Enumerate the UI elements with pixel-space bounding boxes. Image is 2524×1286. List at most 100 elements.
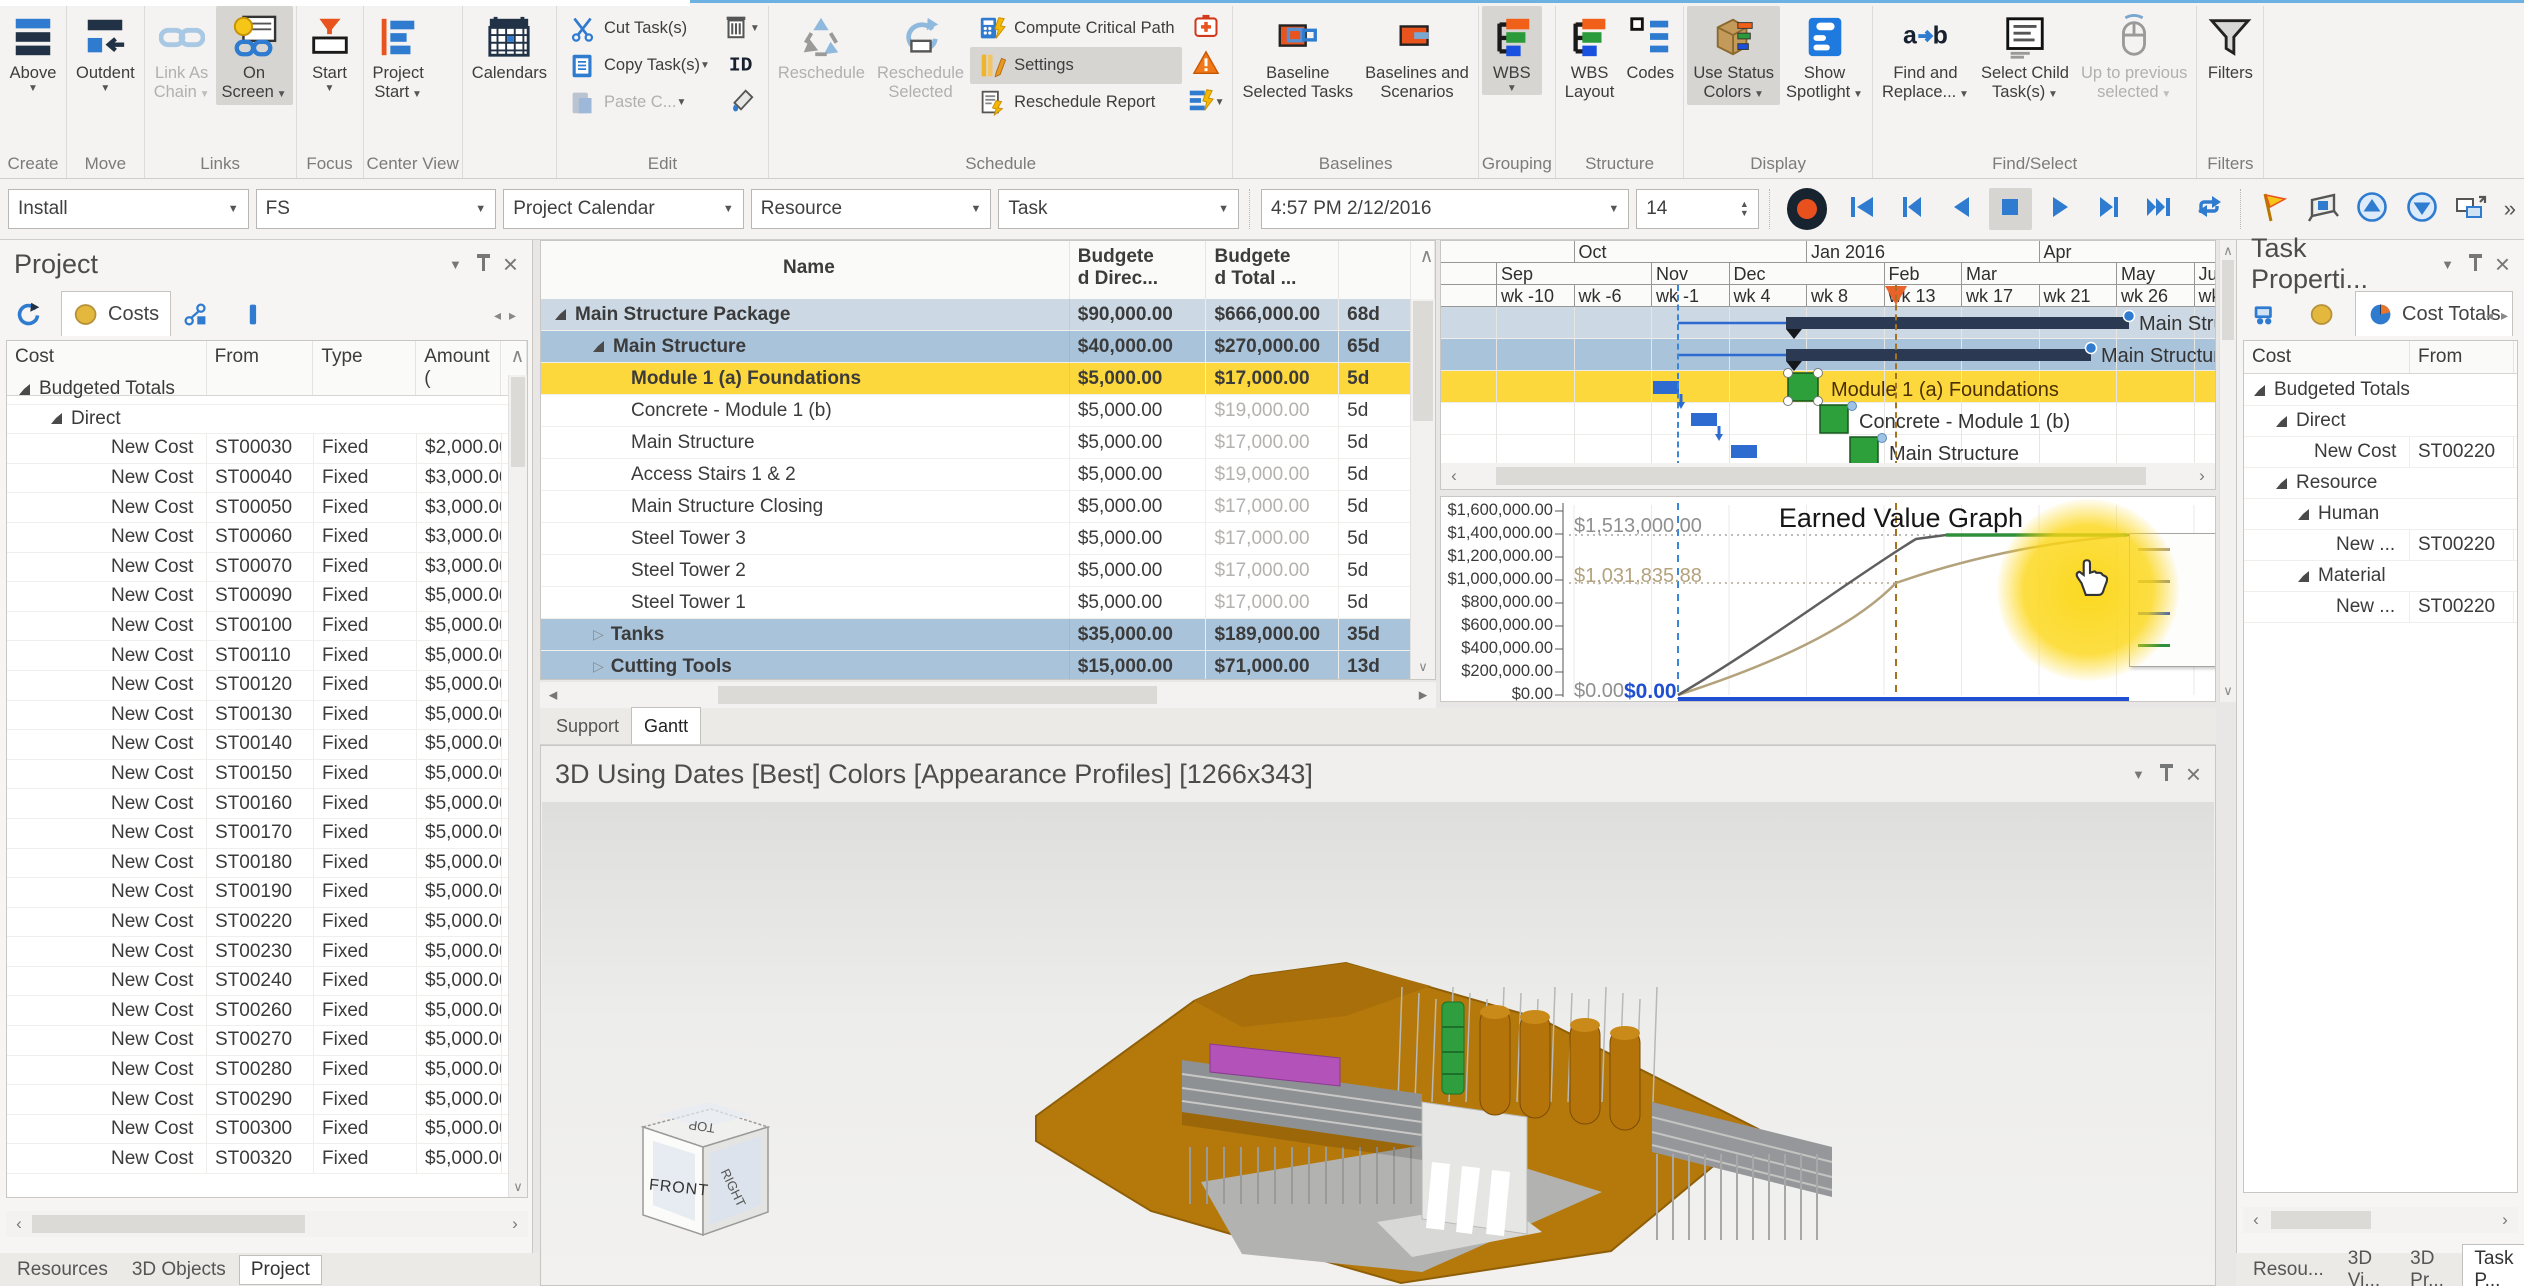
collapsed-arrow-icon[interactable]: ▷: [593, 658, 604, 675]
cost-total-group[interactable]: Material: [2244, 561, 2517, 592]
ribbon-button-use-status-colors[interactable]: Use StatusColors ▼: [1687, 6, 1780, 105]
project-panel-tab-usage-icon[interactable]: [228, 292, 285, 336]
bottom-tab-project[interactable]: Project: [239, 1255, 322, 1285]
pin-icon[interactable]: [2474, 258, 2477, 271]
view-tab-support[interactable]: Support: [544, 708, 631, 744]
playback-play-button[interactable]: [2039, 188, 2082, 230]
playback-jump-start-button[interactable]: [1840, 188, 1883, 230]
cost-total-group[interactable]: Resource: [2244, 468, 2517, 499]
workspace-button[interactable]: [2450, 188, 2493, 230]
ribbon-button-wbs-layout[interactable]: WBSLayout: [1559, 6, 1621, 103]
scroll-up-button[interactable]: ∧: [1411, 241, 1435, 299]
panel-menu-icon[interactable]: ▼: [2132, 767, 2145, 782]
cost-total-row[interactable]: New ...ST00220: [2244, 530, 2517, 561]
close-icon[interactable]: ×: [2495, 254, 2510, 274]
playback-next-frame-button[interactable]: [2088, 188, 2131, 230]
bottom-tab-resources[interactable]: Resources: [6, 1256, 119, 1284]
cost-row[interactable]: New CostST00160Fixed$5,000.00: [7, 789, 509, 819]
close-icon[interactable]: ×: [503, 254, 518, 274]
cost-row[interactable]: New CostST00090Fixed$5,000.00: [7, 582, 509, 612]
cost-row[interactable]: New CostST00120Fixed$5,000.00: [7, 671, 509, 701]
expanded-arrow-icon[interactable]: [555, 309, 566, 320]
task-row[interactable]: Concrete - Module 1 (b)$5,000.00$19,000.…: [541, 395, 1411, 427]
task-table-vscrollbar[interactable]: ∨: [1410, 299, 1435, 679]
cost-row[interactable]: New CostST00260Fixed$5,000.00: [7, 996, 509, 1026]
playback-stop-button[interactable]: [1989, 188, 2032, 230]
ribbon-button-above[interactable]: Above▼: [3, 6, 63, 95]
cost-table-hscrollbar[interactable]: ‹›: [6, 1211, 528, 1237]
project-panel-tab-refresh-icon[interactable]: [4, 292, 61, 336]
pin-icon[interactable]: [482, 258, 485, 271]
ribbon-button-find-and-replace[interactable]: abFind andReplace... ▼: [1876, 6, 1975, 105]
cost-row[interactable]: New CostST00050Fixed$3,000.00: [7, 493, 509, 523]
toolbar-overflow-button[interactable]: »: [2504, 196, 2516, 222]
ribbon-button-baseline-selected-tasks[interactable]: BaselineSelected Tasks: [1236, 6, 1359, 103]
panel-menu-icon[interactable]: ▼: [2441, 257, 2454, 272]
playback-jump-end-button[interactable]: [2138, 188, 2181, 230]
playback-loop-button[interactable]: [2187, 188, 2230, 230]
collapsed-arrow-icon[interactable]: ▷: [593, 626, 604, 643]
ribbon-button-wbs[interactable]: WBS▼: [1482, 6, 1542, 95]
dropdown-fs[interactable]: FS▼: [256, 189, 497, 229]
bottom-tab-resou[interactable]: Resou...: [2242, 1256, 2335, 1284]
cost-table-vscrollbar[interactable]: ∨: [508, 375, 527, 1197]
cost-row[interactable]: New CostST00290Fixed$5,000.00: [7, 1085, 509, 1115]
task-table-hscrollbar[interactable]: ◂▸: [540, 682, 1436, 708]
dropdown-resource[interactable]: Resource▼: [751, 189, 992, 229]
cost-total-group[interactable]: Human: [2244, 499, 2517, 530]
expanded-arrow-icon[interactable]: [2276, 416, 2287, 427]
expanded-arrow-icon[interactable]: [2254, 385, 2265, 396]
cost-row[interactable]: New CostST00230Fixed$5,000.00: [7, 937, 509, 967]
scroll-down-button[interactable]: ∨: [509, 1179, 527, 1195]
ribbon-button-select-child-task-s[interactable]: Select ChildTask(s) ▼: [1975, 6, 2075, 105]
cost-row[interactable]: New CostST00130Fixed$5,000.00: [7, 701, 509, 731]
task-row[interactable]: ▷Cutting Tools$15,000.00$71,000.0013d: [541, 651, 1411, 679]
task-properties-tab-resources-tab-icon[interactable]: [2241, 292, 2298, 336]
cost-row[interactable]: New CostST00150Fixed$5,000.00: [7, 760, 509, 790]
ribbon-button-id-icon[interactable]: ID: [717, 47, 765, 84]
pin-icon[interactable]: [2165, 768, 2168, 781]
tab-nav-arrows[interactable]: ◂▸: [2486, 307, 2516, 324]
ribbon-button-compute-critical-path[interactable]: Compute Critical Path: [970, 10, 1181, 47]
projector-button[interactable]: [2301, 188, 2344, 230]
bottom-tab-3d-objects[interactable]: 3D Objects: [121, 1256, 237, 1284]
playback-prev-frame-button[interactable]: [1890, 188, 1933, 230]
ribbon-button-copy-task-s[interactable]: Copy Task(s) ▼: [560, 47, 717, 84]
view-cube[interactable]: TOPFRONTRIGHT: [613, 1087, 793, 1247]
view-tab-gantt[interactable]: Gantt: [631, 707, 701, 744]
cost-row[interactable]: New CostST00300Fixed$5,000.00: [7, 1115, 509, 1145]
ribbon-button-codes[interactable]: Codes: [1620, 6, 1680, 84]
bottom-tab-task-p[interactable]: Task P...: [2462, 1244, 2524, 1286]
column-header-item[interactable]: [1339, 241, 1411, 299]
dropdown-install[interactable]: Install▼: [8, 189, 249, 229]
cost-row[interactable]: New CostST00220Fixed$5,000.00: [7, 908, 509, 938]
cost-total-group[interactable]: Direct: [2244, 406, 2517, 437]
ribbon-button-filters[interactable]: Filters: [2200, 6, 2260, 84]
column-header-cost[interactable]: Cost: [2244, 341, 2410, 373]
cost-total-group[interactable]: Budgeted Totals: [2244, 375, 2517, 406]
gantt-hscrollbar[interactable]: ‹›: [1441, 463, 2215, 489]
scroll-down-button[interactable]: ∨: [2220, 683, 2236, 699]
cost-row[interactable]: New CostST00110Fixed$5,000.00: [7, 641, 509, 671]
ribbon-button-link-as-chain[interactable]: Link AsChain ▼: [148, 6, 216, 105]
cost-row[interactable]: New CostST00320Fixed$5,000.00: [7, 1144, 509, 1174]
record-button[interactable]: [1787, 188, 1828, 230]
ribbon-button-show-spotlight[interactable]: ShowSpotlight ▼: [1780, 6, 1869, 105]
column-header-name[interactable]: Name: [541, 241, 1070, 299]
cost-row[interactable]: New CostST00060Fixed$3,000.00: [7, 523, 509, 553]
cost-totals-hscrollbar[interactable]: ‹›: [2243, 1207, 2518, 1233]
playback-play-reverse-button[interactable]: [1940, 188, 1983, 230]
task-row[interactable]: Main Structure Closing$5,000.00$17,000.0…: [541, 491, 1411, 523]
task-row[interactable]: Steel Tower 3$5,000.00$17,000.005d: [541, 523, 1411, 555]
cost-row[interactable]: New CostST00140Fixed$5,000.00: [7, 730, 509, 760]
ribbon-button-outdent[interactable]: Outdent▼: [70, 6, 141, 95]
panel-menu-icon[interactable]: ▼: [449, 257, 462, 272]
3d-model[interactable]: [542, 802, 2217, 1286]
task-row[interactable]: Steel Tower 2$5,000.00$17,000.005d: [541, 555, 1411, 587]
ribbon-button-health-check-icon[interactable]: [1182, 10, 1230, 47]
ribbon-button-cut-task-s[interactable]: Cut Task(s): [560, 10, 717, 47]
task-row[interactable]: Main Structure$40,000.00$270,000.0065d: [541, 331, 1411, 363]
ribbon-button-calendars[interactable]: Calendars: [466, 6, 553, 84]
ribbon-button-start[interactable]: Start▼: [300, 6, 360, 95]
cost-row[interactable]: New CostST00100Fixed$5,000.00: [7, 612, 509, 642]
